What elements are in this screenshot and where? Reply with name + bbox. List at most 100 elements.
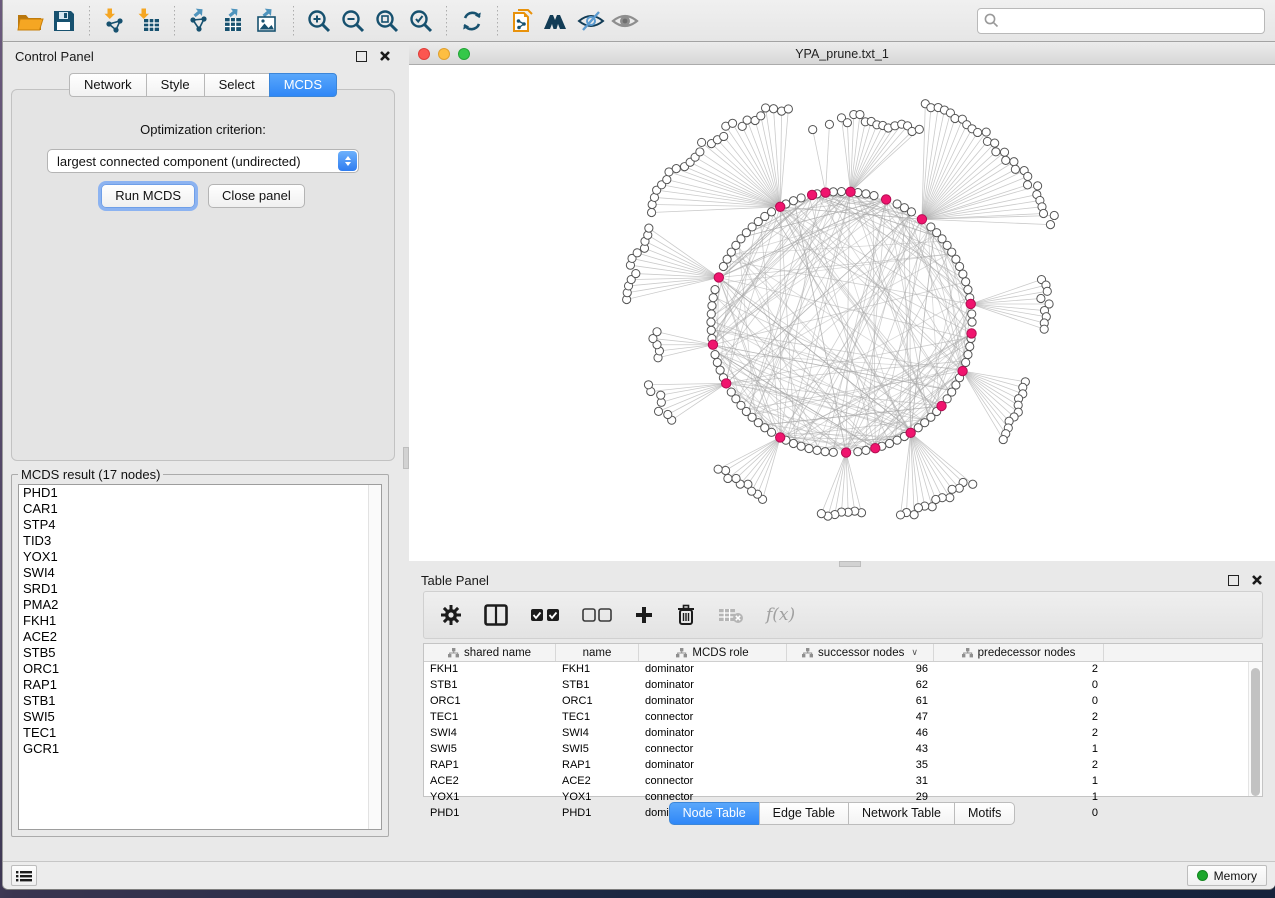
mcds-result-item[interactable]: STP4 <box>19 517 381 533</box>
graph-node[interactable] <box>964 286 972 294</box>
table-tab-edge-table[interactable]: Edge Table <box>759 802 848 825</box>
graph-node[interactable] <box>654 407 662 415</box>
table-row[interactable]: FKH1FKH1dominator962 <box>424 662 1262 678</box>
graph-node[interactable] <box>1040 325 1048 333</box>
graph-node[interactable] <box>959 270 967 278</box>
graph-node[interactable] <box>1039 209 1047 217</box>
mcds-result-item[interactable]: ACE2 <box>19 629 381 645</box>
deselect-all-icon[interactable] <box>582 608 612 622</box>
graph-node[interactable] <box>761 104 769 112</box>
mcds-result-item[interactable]: STB5 <box>19 645 381 661</box>
delete-icon[interactable] <box>676 604 696 626</box>
zoom-in-icon[interactable] <box>302 4 336 38</box>
column-header-predecessor-nodes[interactable]: predecessor nodes <box>934 644 1104 661</box>
tab-style[interactable]: Style <box>146 73 204 97</box>
graph-node[interactable] <box>843 119 851 127</box>
graph-node[interactable] <box>968 318 976 326</box>
graph-node[interactable] <box>664 410 672 418</box>
mcds-result-list[interactable]: PHD1CAR1STP4TID3YOX1SWI4SRD1PMA2FKH1ACE2… <box>18 484 382 830</box>
graph-node[interactable] <box>789 197 797 205</box>
graph-hub-node[interactable] <box>937 401 946 410</box>
show-graphics-details-icon[interactable] <box>608 4 642 38</box>
graph-hub-node[interactable] <box>714 273 723 282</box>
graph-node[interactable] <box>797 194 805 202</box>
graph-node[interactable] <box>1037 294 1045 302</box>
graph-node[interactable] <box>707 326 715 334</box>
column-header-name[interactable]: name <box>556 644 639 661</box>
graph-node[interactable] <box>829 448 837 456</box>
graph-node[interactable] <box>1034 182 1042 190</box>
graph-node[interactable] <box>817 510 825 518</box>
graph-node[interactable] <box>707 310 715 318</box>
graph-node[interactable] <box>885 439 893 447</box>
graph-node[interactable] <box>1002 156 1010 164</box>
memory-button[interactable]: Memory <box>1187 865 1267 886</box>
close-table-panel-icon[interactable] <box>1251 574 1263 586</box>
graph-hub-node[interactable] <box>966 299 975 308</box>
graph-node[interactable] <box>813 446 821 454</box>
graph-node[interactable] <box>709 294 717 302</box>
graph-node[interactable] <box>633 249 641 257</box>
graph-hub-node[interactable] <box>881 195 890 204</box>
table-tab-node-table[interactable]: Node Table <box>669 802 759 825</box>
hide-graphics-details-icon[interactable] <box>574 4 608 38</box>
graph-hub-node[interactable] <box>722 379 731 388</box>
graph-node[interactable] <box>632 269 640 277</box>
graph-node[interactable] <box>1043 287 1051 295</box>
mcds-result-item[interactable]: SWI4 <box>19 565 381 581</box>
graph-node[interactable] <box>663 176 671 184</box>
mcds-result-item[interactable]: TID3 <box>19 533 381 549</box>
add-icon[interactable] <box>634 605 654 625</box>
graph-node[interactable] <box>724 474 732 482</box>
graph-node[interactable] <box>991 139 999 147</box>
graph-node[interactable] <box>767 208 775 216</box>
graph-node[interactable] <box>999 436 1007 444</box>
graph-node[interactable] <box>966 342 974 350</box>
graph-node[interactable] <box>711 286 719 294</box>
graph-node[interactable] <box>647 208 655 216</box>
search-input[interactable] <box>1004 14 1258 28</box>
close-panel-button[interactable]: Close panel <box>208 184 305 208</box>
export-table-icon[interactable] <box>217 4 251 38</box>
select-all-icon[interactable] <box>530 608 560 622</box>
mcds-result-item[interactable]: ORC1 <box>19 661 381 677</box>
zoom-out-icon[interactable] <box>336 4 370 38</box>
mcds-result-item[interactable]: PMA2 <box>19 597 381 613</box>
graph-node[interactable] <box>697 138 705 146</box>
graph-node[interactable] <box>1011 165 1019 173</box>
graph-node[interactable] <box>1046 221 1054 229</box>
graph-node[interactable] <box>744 480 752 488</box>
graph-node[interactable] <box>711 351 719 359</box>
graph-node[interactable] <box>854 448 862 456</box>
graph-node[interactable] <box>856 110 864 118</box>
graph-hub-node[interactable] <box>708 340 717 349</box>
graph-node[interactable] <box>962 278 970 286</box>
mcds-result-item[interactable]: PHD1 <box>19 485 381 501</box>
import-network-icon[interactable] <box>98 4 132 38</box>
graph-node[interactable] <box>722 466 730 474</box>
graph-node[interactable] <box>946 494 954 502</box>
graph-node[interactable] <box>862 190 870 198</box>
graph-hub-node[interactable] <box>967 329 976 338</box>
new-network-from-selection-icon[interactable] <box>506 4 540 38</box>
graph-node[interactable] <box>825 120 833 128</box>
graph-node[interactable] <box>1000 148 1008 156</box>
mcds-result-item[interactable]: GCR1 <box>19 741 381 757</box>
export-network-icon[interactable] <box>183 4 217 38</box>
open-file-icon[interactable] <box>13 4 47 38</box>
table-scrollbar[interactable] <box>1248 662 1262 796</box>
table-row[interactable]: STB1STB1dominator620 <box>424 678 1262 694</box>
graph-hub-node[interactable] <box>807 190 816 199</box>
graph-node[interactable] <box>657 391 665 399</box>
graph-node[interactable] <box>974 128 982 136</box>
graph-node[interactable] <box>789 439 797 447</box>
tab-select[interactable]: Select <box>204 73 269 97</box>
graph-node[interactable] <box>707 318 715 326</box>
close-panel-icon[interactable] <box>379 50 391 62</box>
graph-node[interactable] <box>893 436 901 444</box>
optimization-criterion-select[interactable]: largest connected component (undirected) <box>47 149 359 173</box>
mcds-result-item[interactable]: STB1 <box>19 693 381 709</box>
graph-hub-node[interactable] <box>917 215 926 224</box>
graph-node[interactable] <box>910 511 918 519</box>
show-columns-icon[interactable] <box>484 604 508 626</box>
